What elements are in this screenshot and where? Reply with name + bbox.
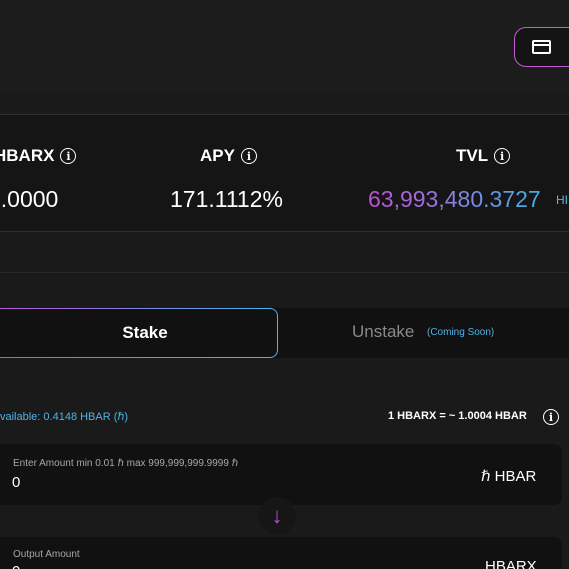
info-icon[interactable]: i — [60, 148, 77, 164]
stat-tvl-label: TVL i — [456, 146, 511, 166]
tab-stake[interactable]: Stake — [0, 308, 278, 358]
info-icon[interactable]: i — [494, 148, 511, 164]
stats-card — [0, 114, 569, 232]
stat-exchange-value: 0.0000 — [0, 186, 59, 212]
stat-apy-label: APY i — [200, 146, 257, 166]
stat-apy-value: 171.1112% — [170, 186, 283, 212]
info-icon[interactable]: i — [543, 409, 559, 425]
amount-input-label: Enter Amount min 0.01 ℏ max 999,999,999.… — [13, 458, 239, 469]
arrow-down-icon: ↓ — [271, 503, 283, 528]
input-token-label: ℏ HBAR — [481, 468, 537, 485]
output-amount-value: 0 — [12, 563, 20, 569]
stat-exchange-label: HBARX i — [0, 146, 77, 166]
available-balance: vailable: 0.4148 HBAR (ℏ) — [0, 411, 129, 423]
amount-input[interactable]: 0 — [12, 474, 20, 491]
output-amount-card — [0, 537, 562, 569]
info-icon[interactable]: i — [240, 148, 257, 164]
tab-unstake[interactable]: Unstake — [352, 322, 414, 342]
output-token-label: HBARX — [485, 558, 537, 569]
amount-input-card[interactable] — [0, 444, 562, 505]
wallet-icon — [532, 40, 551, 54]
connect-wallet-button[interactable] — [514, 27, 569, 67]
divider — [0, 272, 569, 273]
stat-tvl-value: 63,993,480.3727 — [368, 186, 541, 212]
coming-soon-badge: (Coming Soon) — [427, 327, 495, 338]
exchange-rate: 1 HBARX = ~ 1.0004 HBAR — [388, 410, 527, 422]
output-amount-label: Output Amount — [13, 549, 80, 560]
top-bar — [0, 0, 569, 94]
stat-tvl-unit: HI — [556, 193, 568, 207]
swap-direction-button[interactable]: ↓ — [258, 497, 296, 535]
